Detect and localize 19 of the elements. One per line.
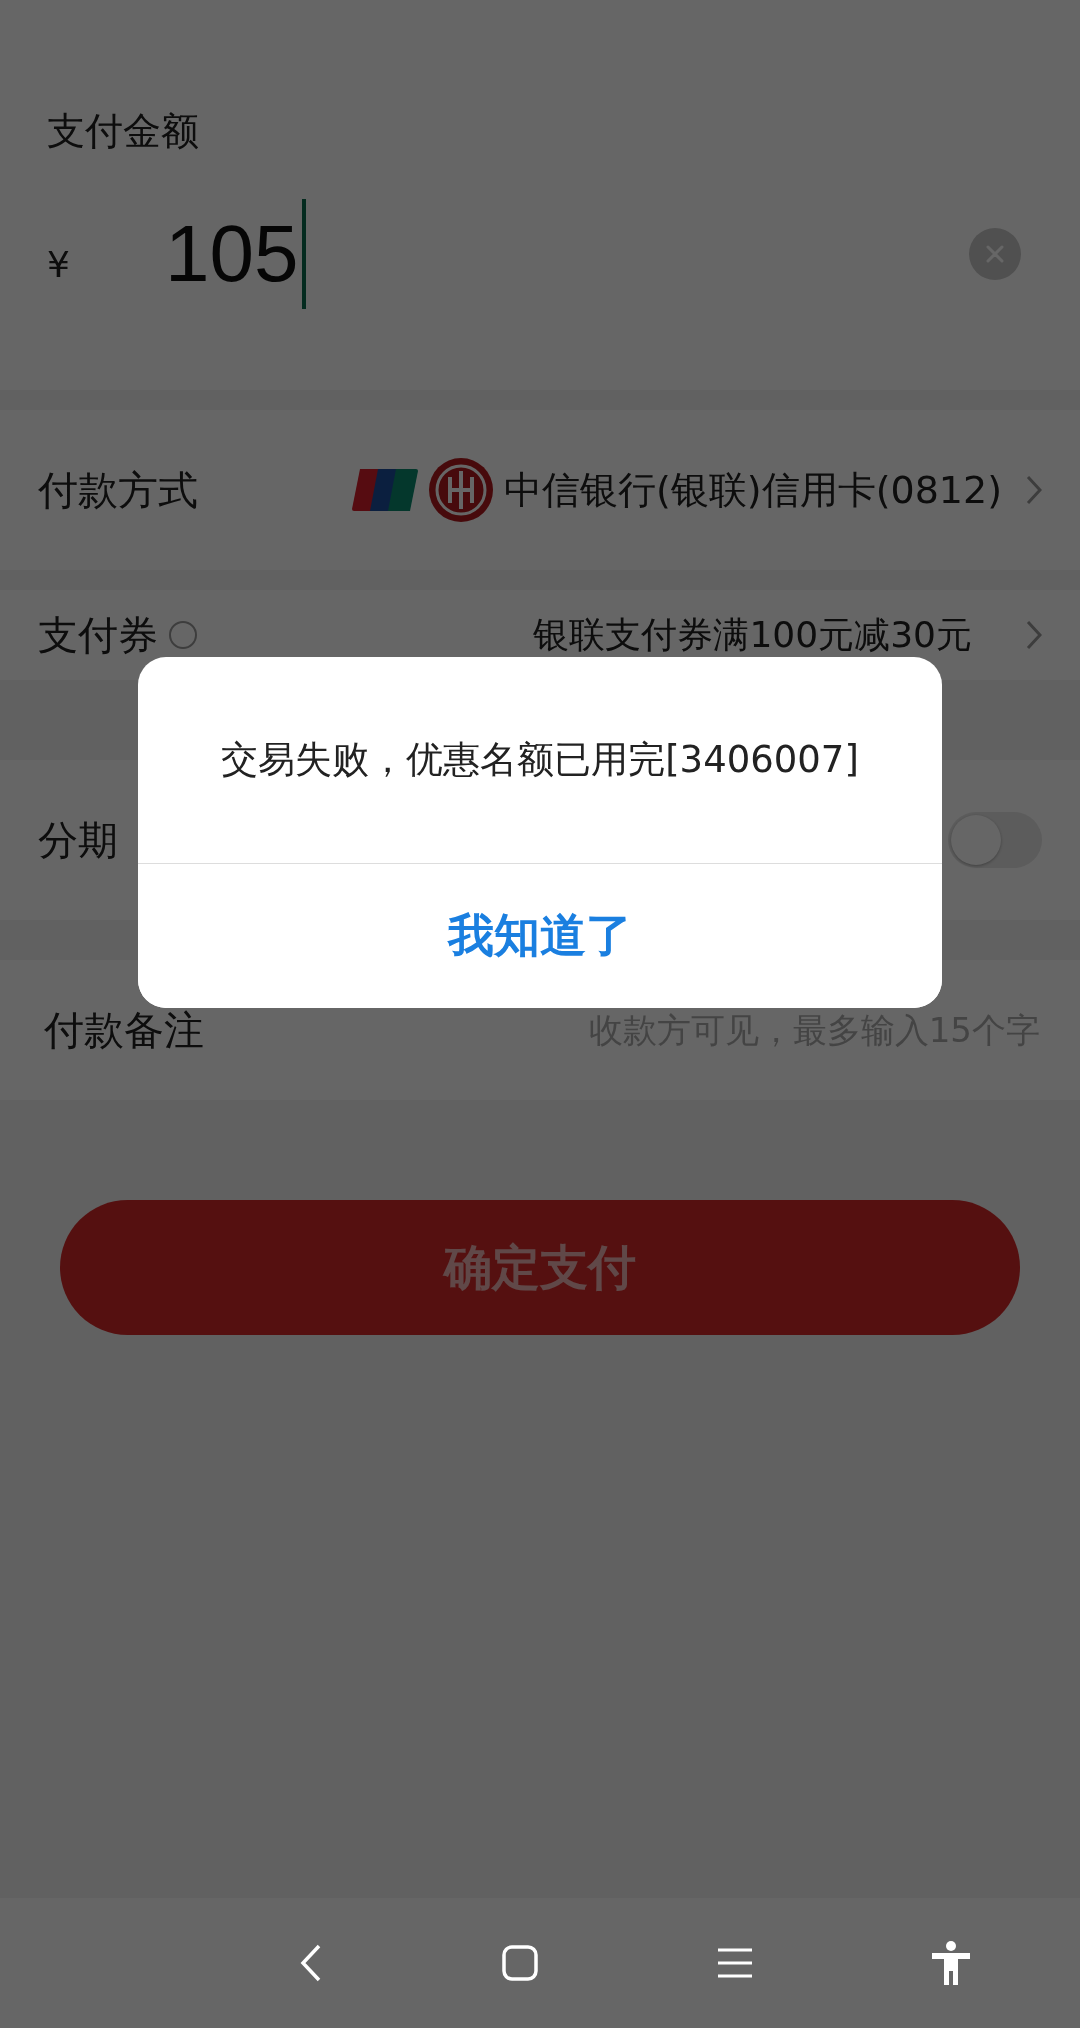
info-icon[interactable] xyxy=(168,620,198,650)
accessibility-icon[interactable] xyxy=(932,1941,970,1985)
home-icon[interactable] xyxy=(502,1945,538,1981)
amount-value[interactable]: 105 xyxy=(117,208,299,300)
currency-symbol: ¥ xyxy=(47,242,71,285)
payment-method-label: 付款方式 xyxy=(38,465,198,515)
amount-label: 支付金额 xyxy=(47,108,200,155)
chevron-right-icon[interactable] xyxy=(1026,620,1042,650)
chevron-right-icon[interactable] xyxy=(1026,475,1042,505)
error-message: 交易失败，优惠名额已用完[3406007] xyxy=(220,737,860,783)
installment-label: 分期 xyxy=(38,815,118,865)
coupon-value[interactable]: 银联支付券满100元减30元 xyxy=(533,610,972,660)
note-label: 付款备注 xyxy=(44,1005,204,1055)
card-name[interactable]: 中信银行(银联)信用卡(0812) xyxy=(504,464,1002,516)
coupon-label: 支付券 xyxy=(38,610,158,660)
menu-icon[interactable] xyxy=(718,1948,752,1978)
back-icon[interactable] xyxy=(300,1943,322,1983)
bank-logo-icon xyxy=(428,457,494,523)
card-network-logo-icon xyxy=(352,469,418,511)
